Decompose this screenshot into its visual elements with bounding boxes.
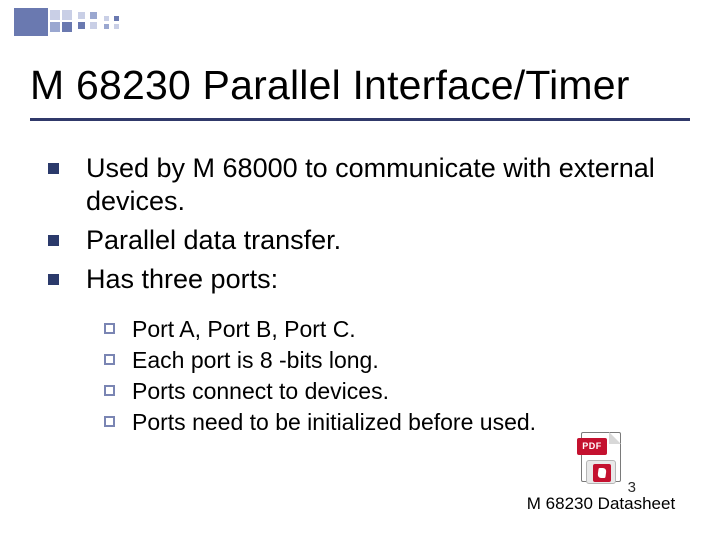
- list-item: Port A, Port B, Port C.: [96, 314, 688, 345]
- title-underline: [30, 118, 690, 121]
- sub-bullet-list: Port A, Port B, Port C. Each port is 8 -…: [96, 314, 688, 438]
- corner-decoration: [14, 8, 214, 48]
- bullet-text: Port A, Port B, Port C.: [132, 316, 356, 342]
- bullet-text: Each port is 8 -bits long.: [132, 347, 379, 373]
- bullet-text: Ports connect to devices.: [132, 378, 389, 404]
- pdf-caption: M 68230 Datasheet: [516, 494, 686, 514]
- list-item: Ports connect to devices.: [96, 376, 688, 407]
- slide-title: M 68230 Parallel Interface/Timer: [30, 62, 690, 109]
- pdf-icon: PDF: [577, 432, 625, 488]
- bullet-list: Used by M 68000 to communicate with exte…: [32, 152, 688, 438]
- adobe-logo-icon: [586, 460, 616, 484]
- list-item: Used by M 68000 to communicate with exte…: [32, 152, 688, 218]
- bullet-text: Parallel data transfer.: [86, 225, 341, 255]
- list-item: Has three ports: Port A, Port B, Port C.…: [32, 263, 688, 438]
- list-item: Each port is 8 -bits long.: [96, 345, 688, 376]
- slide-body: Used by M 68000 to communicate with exte…: [32, 152, 688, 444]
- bullet-text: Used by M 68000 to communicate with exte…: [86, 153, 655, 216]
- bullet-text: Ports need to be initialized before used…: [132, 409, 536, 435]
- list-item: Parallel data transfer.: [32, 224, 688, 257]
- page-number: 3: [628, 479, 636, 496]
- pdf-attachment[interactable]: PDF M 68230 Datasheet: [516, 432, 686, 514]
- bullet-text: Has three ports:: [86, 264, 278, 294]
- slide: M 68230 Parallel Interface/Timer Used by…: [0, 0, 720, 540]
- pdf-badge: PDF: [577, 438, 607, 455]
